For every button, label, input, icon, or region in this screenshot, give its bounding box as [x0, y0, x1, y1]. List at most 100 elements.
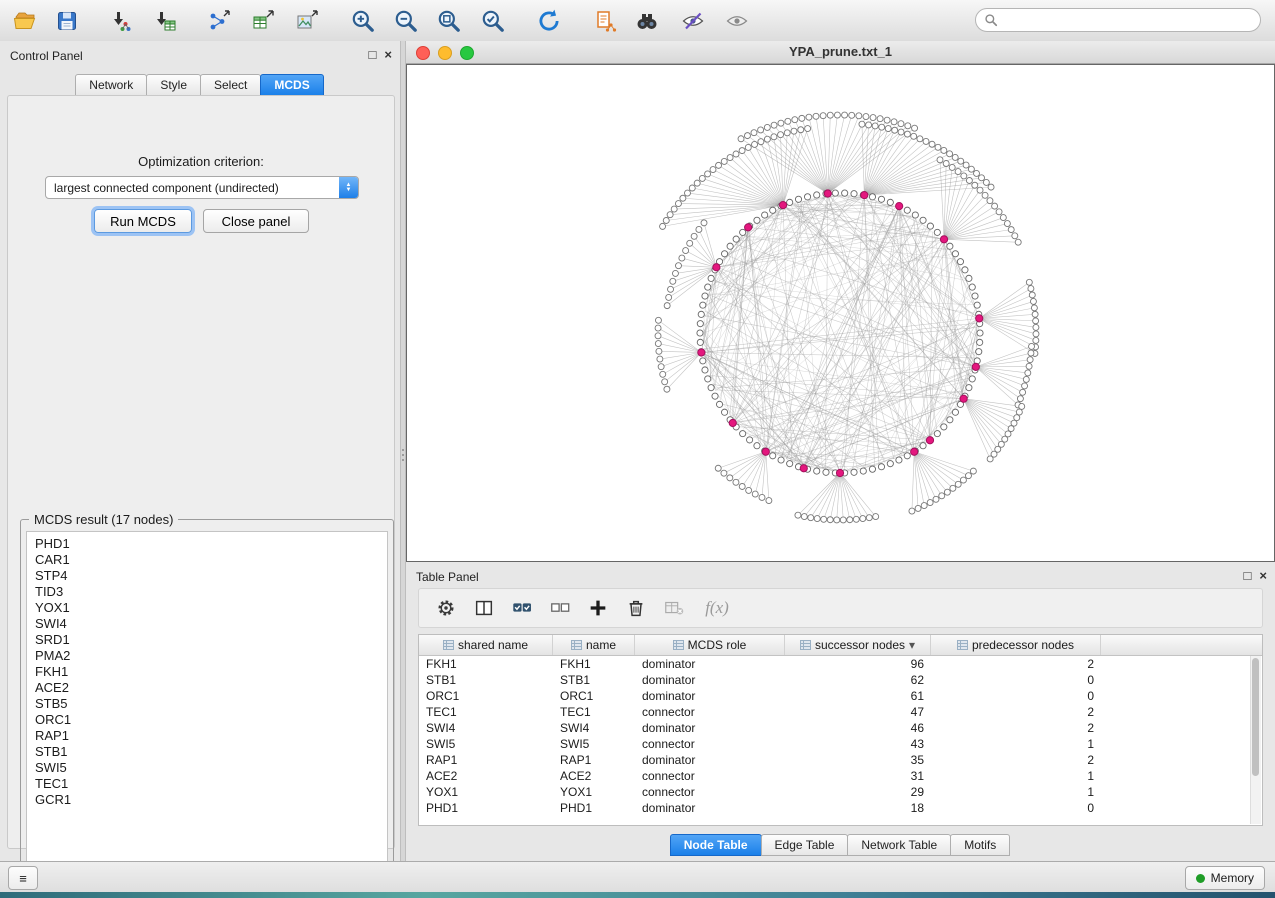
- zoom-in-button[interactable]: [346, 4, 380, 37]
- table-cell[interactable]: 2: [931, 657, 1101, 671]
- table-row[interactable]: SWI4SWI4dominator462: [419, 720, 1262, 736]
- table-cell[interactable]: YOX1: [419, 785, 553, 799]
- zoom-out-button[interactable]: [389, 4, 423, 37]
- table-scrollbar[interactable]: [1250, 656, 1261, 824]
- table-row[interactable]: PHD1PHD1dominator180: [419, 800, 1262, 816]
- table-cell[interactable]: PHD1: [553, 801, 635, 815]
- table-cell[interactable]: connector: [635, 769, 785, 783]
- column-header-MCDS-role[interactable]: MCDS role: [635, 635, 785, 655]
- table-cell[interactable]: 0: [931, 673, 1101, 687]
- mcds-result-item[interactable]: SWI5: [27, 760, 387, 776]
- table-row[interactable]: SWI5SWI5connector431: [419, 736, 1262, 752]
- show-column-button[interactable]: [469, 594, 499, 622]
- mcds-result-list[interactable]: PHD1CAR1STP4TID3YOX1SWI4SRD1PMA2FKH1ACE2…: [26, 531, 388, 889]
- table-cell[interactable]: dominator: [635, 721, 785, 735]
- table-cell[interactable]: FKH1: [419, 657, 553, 671]
- mcds-result-item[interactable]: PHD1: [27, 536, 387, 552]
- table-row[interactable]: TEC1TEC1connector472: [419, 704, 1262, 720]
- close-panel-icon[interactable]: ×: [384, 47, 392, 62]
- run-mcds-button[interactable]: Run MCDS: [94, 209, 192, 233]
- tab-style[interactable]: Style: [146, 74, 201, 96]
- table-cell[interactable]: 61: [785, 689, 931, 703]
- tab-motifs[interactable]: Motifs: [950, 834, 1010, 856]
- table-cell[interactable]: 43: [785, 737, 931, 751]
- mcds-result-item[interactable]: SRD1: [27, 632, 387, 648]
- open-folder-button[interactable]: [8, 4, 42, 37]
- table-cell[interactable]: dominator: [635, 801, 785, 815]
- zoom-selected-button[interactable]: [476, 4, 510, 37]
- tab-network[interactable]: Network: [75, 74, 147, 96]
- table-cell[interactable]: 2: [931, 705, 1101, 719]
- table-cell[interactable]: TEC1: [553, 705, 635, 719]
- mcds-result-item[interactable]: STB1: [27, 744, 387, 760]
- select-all-rows-button[interactable]: [507, 594, 537, 622]
- table-cell[interactable]: SWI5: [419, 737, 553, 751]
- save-session-button[interactable]: [50, 4, 84, 37]
- table-cell[interactable]: 96: [785, 657, 931, 671]
- tab-edge-table[interactable]: Edge Table: [761, 834, 849, 856]
- mcds-result-item[interactable]: STP4: [27, 568, 387, 584]
- table-cell[interactable]: 18: [785, 801, 931, 815]
- export-image-button[interactable]: [290, 4, 324, 37]
- close-panel-button[interactable]: Close panel: [203, 209, 309, 233]
- apply-function-button[interactable]: f(x): [697, 594, 737, 622]
- table-cell[interactable]: 1: [931, 737, 1101, 751]
- table-scrollbar-thumb[interactable]: [1252, 658, 1259, 776]
- mcds-result-item[interactable]: GCR1: [27, 792, 387, 808]
- export-document-button[interactable]: [588, 4, 622, 37]
- table-cell[interactable]: PHD1: [419, 801, 553, 815]
- tab-node-table[interactable]: Node Table: [670, 834, 762, 856]
- show-graphics-details-button[interactable]: [720, 4, 754, 37]
- table-cell[interactable]: 1: [931, 769, 1101, 783]
- delete-rows-button[interactable]: [621, 594, 651, 622]
- table-cell[interactable]: dominator: [635, 689, 785, 703]
- add-row-button[interactable]: [583, 594, 613, 622]
- tab-mcds[interactable]: MCDS: [260, 74, 323, 96]
- hide-graphics-details-button[interactable]: [676, 4, 710, 37]
- close-panel-icon[interactable]: ×: [1259, 568, 1267, 583]
- tab-select[interactable]: Select: [200, 74, 261, 96]
- table-cell[interactable]: connector: [635, 705, 785, 719]
- table-cell[interactable]: 31: [785, 769, 931, 783]
- mcds-result-item[interactable]: YOX1: [27, 600, 387, 616]
- table-cell[interactable]: dominator: [635, 673, 785, 687]
- mcds-result-item[interactable]: FKH1: [27, 664, 387, 680]
- memory-button[interactable]: Memory: [1185, 866, 1265, 890]
- table-cell[interactable]: 0: [931, 689, 1101, 703]
- table-cell[interactable]: 62: [785, 673, 931, 687]
- table-cell[interactable]: 35: [785, 753, 931, 767]
- table-cell[interactable]: 0: [931, 801, 1101, 815]
- float-panel-icon[interactable]: □: [1244, 568, 1252, 583]
- column-header-successor-nodes[interactable]: successor nodes▾: [785, 635, 931, 655]
- optimization-criterion-select[interactable]: largest connected component (undirected)…: [45, 176, 359, 199]
- table-cell[interactable]: SWI4: [553, 721, 635, 735]
- export-network-button[interactable]: [202, 4, 236, 37]
- table-cell[interactable]: STB1: [553, 673, 635, 687]
- table-cell[interactable]: dominator: [635, 753, 785, 767]
- refresh-view-button[interactable]: [532, 4, 566, 37]
- mcds-result-item[interactable]: TEC1: [27, 776, 387, 792]
- table-cell[interactable]: TEC1: [419, 705, 553, 719]
- mcds-result-item[interactable]: ORC1: [27, 712, 387, 728]
- table-cell[interactable]: connector: [635, 737, 785, 751]
- network-canvas[interactable]: [407, 65, 1274, 561]
- table-row[interactable]: ACE2ACE2connector311: [419, 768, 1262, 784]
- search-binoculars-button[interactable]: [630, 4, 664, 37]
- table-row[interactable]: FKH1FKH1dominator962: [419, 656, 1262, 672]
- mcds-result-item[interactable]: PMA2: [27, 648, 387, 664]
- table-cell[interactable]: RAP1: [553, 753, 635, 767]
- table-cell[interactable]: 2: [931, 753, 1101, 767]
- search-input[interactable]: [1004, 12, 1252, 28]
- tab-network-table[interactable]: Network Table: [847, 834, 951, 856]
- table-cell[interactable]: 29: [785, 785, 931, 799]
- hide-selected-columns-button[interactable]: [659, 594, 689, 622]
- column-header-shared-name[interactable]: shared name: [419, 635, 553, 655]
- table-cell[interactable]: 1: [931, 785, 1101, 799]
- mcds-result-item[interactable]: ACE2: [27, 680, 387, 696]
- table-cell[interactable]: ACE2: [553, 769, 635, 783]
- table-cell[interactable]: STB1: [419, 673, 553, 687]
- mcds-result-item[interactable]: SWI4: [27, 616, 387, 632]
- table-cell[interactable]: connector: [635, 785, 785, 799]
- import-table-button[interactable]: [148, 4, 182, 37]
- import-network-button[interactable]: [104, 4, 138, 37]
